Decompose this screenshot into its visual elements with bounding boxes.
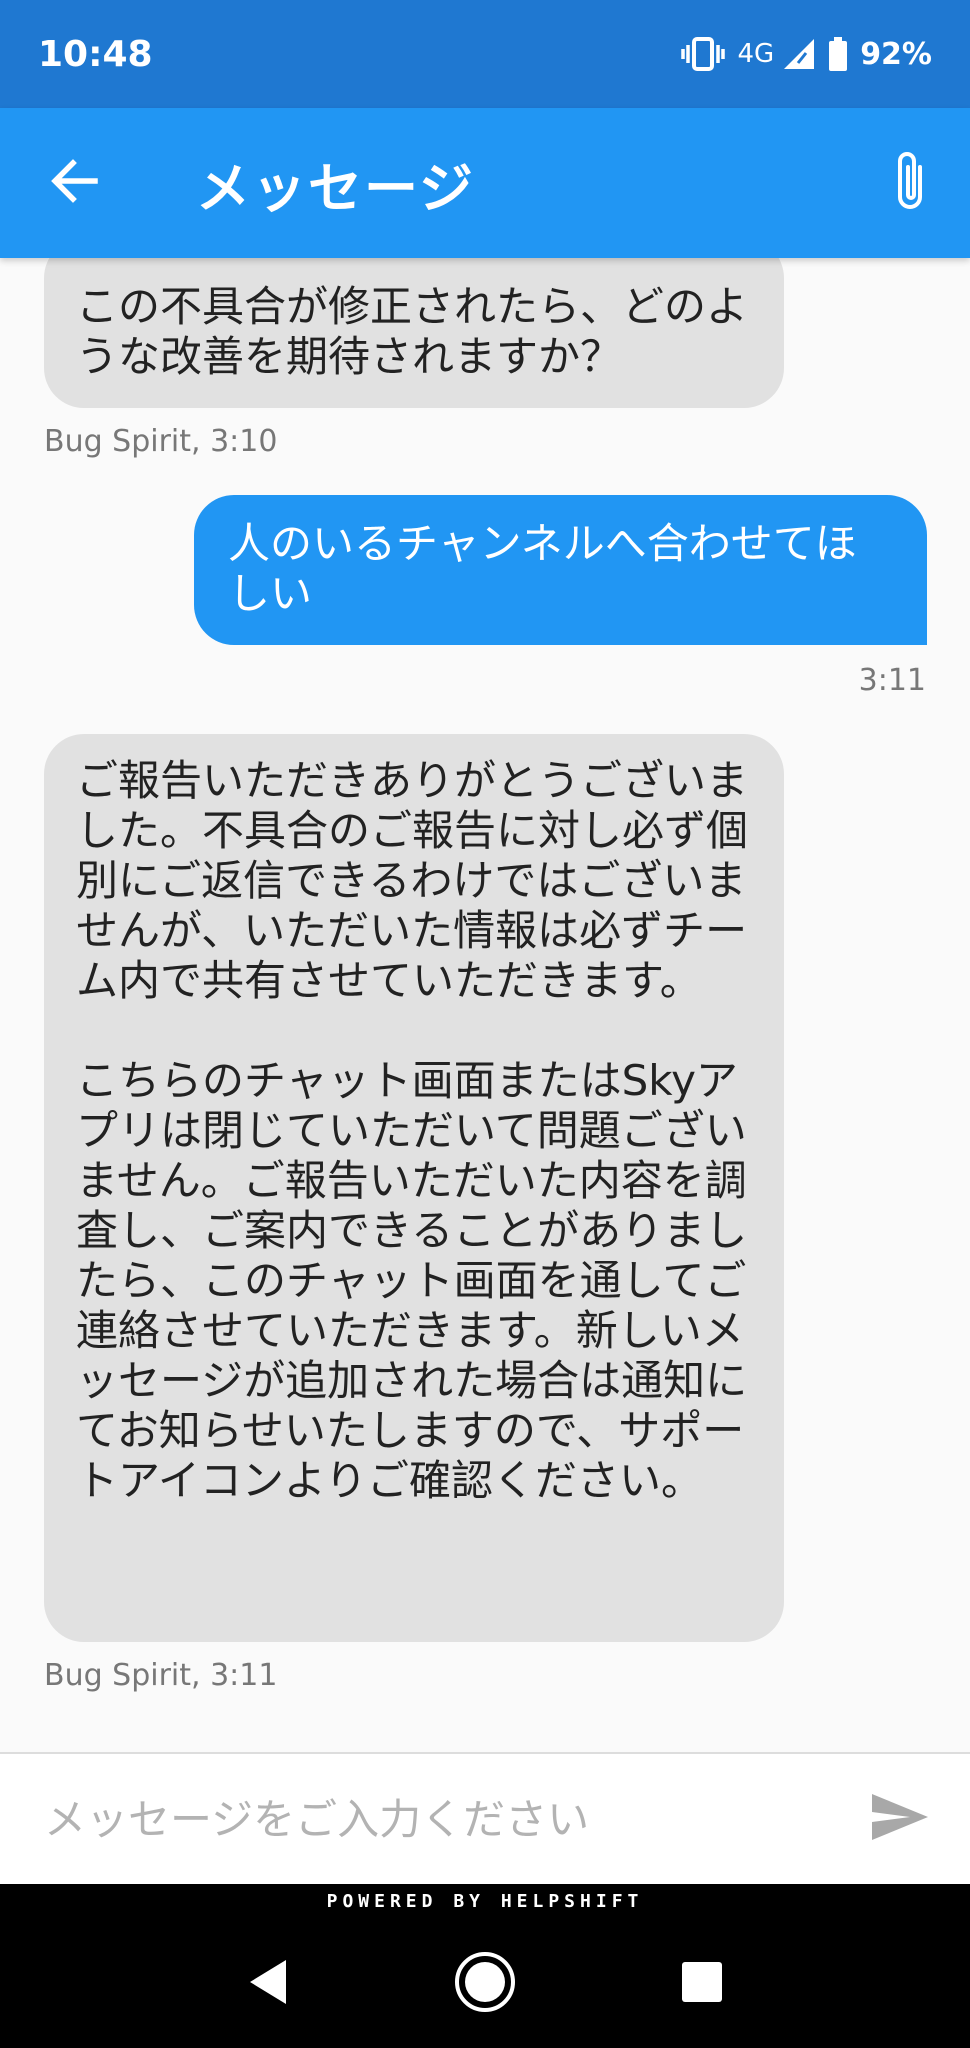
message-bubble-incoming: この不具合が修正されたら、どのような改善を期待されますか？ bbox=[44, 258, 784, 408]
arrow-left-icon bbox=[51, 159, 99, 207]
message-bubble-incoming: ご報告いただきありがとうございました。不具合のご報告に対し必ず個別にご返信できる… bbox=[44, 734, 784, 1642]
page-title: メッセージ bbox=[196, 156, 475, 220]
status-time: 10:48 bbox=[38, 33, 153, 75]
battery-icon bbox=[828, 37, 848, 71]
nav-home-button[interactable] bbox=[440, 1939, 530, 2029]
signal-icon bbox=[782, 37, 816, 71]
message-meta: Bug Spirit, 3:10 bbox=[44, 424, 278, 459]
message-bubble-outgoing: 人のいるチャンネルへ合わせてほしい bbox=[194, 495, 927, 645]
nav-recents-button[interactable] bbox=[657, 1939, 747, 2029]
message-meta: Bug Spirit, 3:11 bbox=[44, 1658, 278, 1693]
status-bar: 10:48 4G 92% bbox=[0, 0, 970, 108]
message-list[interactable]: この不具合が修正されたら、どのような改善を期待されますか？ Bug Spirit… bbox=[0, 258, 970, 1752]
attach-button[interactable] bbox=[850, 108, 970, 258]
message-input[interactable] bbox=[44, 1794, 830, 1844]
network-type: 4G bbox=[737, 39, 775, 69]
system-nav-bar bbox=[0, 1920, 970, 2048]
send-button[interactable] bbox=[830, 1753, 970, 1885]
back-button[interactable] bbox=[0, 108, 150, 258]
message-meta: 3:11 bbox=[858, 663, 926, 698]
send-icon bbox=[870, 1792, 930, 1846]
circle-home-icon bbox=[453, 1950, 517, 2018]
status-icons: 4G 92% bbox=[681, 37, 932, 72]
paperclip-icon bbox=[890, 149, 930, 217]
triangle-back-icon bbox=[246, 1958, 290, 2010]
nav-back-button[interactable] bbox=[223, 1939, 313, 2029]
vibrate-icon bbox=[681, 37, 726, 71]
powered-by-label: POWERED BY HELPSHIFT bbox=[0, 1884, 970, 1920]
square-recents-icon bbox=[681, 1961, 723, 2007]
message-composer bbox=[0, 1752, 970, 1884]
app-bar: メッセージ bbox=[0, 108, 970, 258]
battery-level: 92% bbox=[860, 36, 932, 72]
